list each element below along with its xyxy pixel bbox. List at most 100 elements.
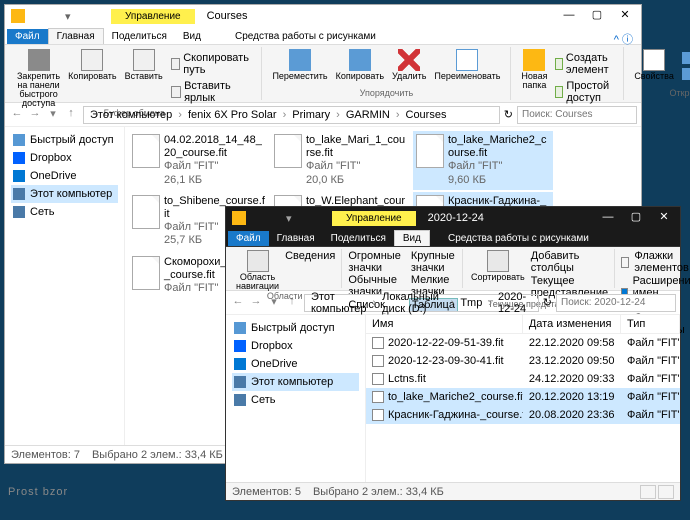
breadcrumb-segment[interactable]: fenix 6X Pro Solar [186,109,279,121]
maximize-button[interactable]: ▢ [583,6,611,26]
file-icon [372,373,384,385]
recent-button[interactable]: ▾ [45,107,61,123]
breadcrumb-segment[interactable]: Courses [404,109,449,121]
up-button[interactable]: ↑ [63,107,79,123]
view-details-button[interactable] [640,485,656,499]
close-button[interactable]: ✕ [650,208,678,228]
breadcrumb-segment[interactable]: Этот компьютер [309,291,368,315]
forward-button[interactable]: → [27,107,43,123]
ribbon: Закрепить на панели быстрого доступа Коп… [5,45,641,103]
manage-tab[interactable]: Управление [332,211,416,226]
breadcrumb[interactable]: Этот компьютер›Локальный диск (D:)›Tmp›2… [304,294,539,312]
tab-view[interactable]: Вид [175,29,209,44]
huge-icons[interactable]: Огромные значки [346,250,402,274]
nav-dropbox[interactable]: Dropbox [232,337,359,355]
manage-tab[interactable]: Управление [111,9,195,24]
newfolder-button[interactable]: Новая папка [517,49,551,107]
file-icon [132,256,160,290]
breadcrumb-segment[interactable]: GARMIN [344,109,392,121]
move-button[interactable]: Переместить [268,49,331,81]
breadcrumb-segment[interactable]: Tmp [458,297,484,309]
file-tile[interactable]: to_lake_Mariche2_course.fitФайл "FIT"9,6… [413,131,553,190]
breadcrumb[interactable]: Этот компьютер›fenix 6X Pro Solar›Primar… [83,106,500,124]
breadcrumb-segment[interactable]: Primary [290,109,332,121]
file-row[interactable]: to_lake_Mariche2_course.fit20.12.2020 13… [366,388,680,406]
refresh-button[interactable]: ↻ [504,108,513,121]
nav-onedrive[interactable]: OneDrive [232,355,359,373]
pasteshortcut-button[interactable]: Вставить ярлык [171,79,252,105]
copypath-button[interactable]: Скопировать путь [171,51,252,77]
addcolumns-button[interactable]: Добавить столбцы [529,250,610,274]
maximize-button[interactable]: ▢ [622,208,650,228]
minimize-button[interactable]: — [555,6,583,26]
tab-view[interactable]: Вид [394,230,430,246]
file-icon [132,195,160,229]
tab-home[interactable]: Главная [269,231,323,246]
tab-file[interactable]: Файл [7,29,48,44]
properties-button[interactable]: Свойства [630,49,678,83]
recent-button[interactable]: ▾ [266,295,282,311]
titlebar[interactable]: ▾ Управление Courses — ▢ ✕ [5,5,641,27]
nav-pc[interactable]: Этот компьютер [11,185,118,203]
file-icon [132,134,160,168]
navpane-button[interactable]: Область навигации [232,250,283,291]
large-icons[interactable]: Крупные значки [409,250,458,274]
back-button[interactable]: ← [9,107,25,123]
tab-share[interactable]: Поделиться [323,231,394,246]
tab-tools[interactable]: Средства работы с рисунками [227,29,384,44]
file-row[interactable]: Lctns.fit24.12.2020 09:33Файл "FIT" [366,370,680,388]
breadcrumb-segment[interactable]: 2020-12-24 [496,291,534,315]
help-icon[interactable]: ^ ⓘ [614,31,633,47]
tab-home[interactable]: Главная [48,28,104,44]
nav-pane: Быстрый доступ Dropbox OneDrive Этот ком… [226,315,366,482]
nav-quick[interactable]: Быстрый доступ [232,319,359,337]
file-tile[interactable]: to_lake_Mari_1_course.fitФайл "FIT"20,0 … [271,131,411,190]
copyto-button[interactable]: Копировать [332,49,388,81]
nav-pane: Быстрый доступ Dropbox OneDrive Этот ком… [5,127,125,445]
titlebar[interactable]: ▾ Управление 2020-12-24 — ▢ ✕ [226,207,680,229]
nav-network[interactable]: Сеть [232,391,359,409]
rename-button[interactable]: Переименовать [430,49,504,81]
chk-items[interactable]: Флажки элементов [619,250,690,274]
window-title: Courses [207,10,248,22]
refresh-button[interactable]: ↻ [543,296,552,309]
nav-network[interactable]: Сеть [11,203,118,221]
history-button[interactable]: Журнал [682,67,690,81]
nav-pc[interactable]: Этот компьютер [232,373,359,391]
pin-button[interactable]: Закрепить на панели быстрого доступа [13,49,64,108]
paste-button[interactable]: Вставить [121,49,167,108]
tab-share[interactable]: Поделиться [104,29,175,44]
forward-button[interactable]: → [248,295,264,311]
newitem-button[interactable]: Создать элемент [555,51,613,77]
file-icon [372,391,384,403]
minimize-button[interactable]: — [594,208,622,228]
column-headers[interactable]: Имя Дата изменения Тип [366,315,680,334]
file-row[interactable]: 2020-12-23-09-30-41.fit23.12.2020 09:50Ф… [366,352,680,370]
tab-file[interactable]: Файл [228,231,269,246]
up-button[interactable]: ↑ [284,295,300,311]
nav-onedrive[interactable]: OneDrive [11,167,118,185]
close-button[interactable]: ✕ [611,6,639,26]
address-bar: ← → ▾ ↑ Этот компьютер›Локальный диск (D… [226,291,680,315]
quick-access-toolbar[interactable]: ▾ [250,212,302,224]
details-button[interactable]: Сведения [283,250,337,262]
folder-icon [232,211,246,225]
delete-button[interactable]: Удалить [388,49,430,81]
nav-dropbox[interactable]: Dropbox [11,149,118,167]
tab-tools[interactable]: Средства работы с рисунками [440,231,597,246]
search-input[interactable] [517,106,637,124]
quick-access-toolbar[interactable]: ▾ [29,10,81,22]
file-row[interactable]: Красник-Гаджина-_course.fit20.08.2020 23… [366,406,680,424]
view-icons-button[interactable] [658,485,674,499]
open-button[interactable]: Открыть [682,51,690,65]
copy-button[interactable]: Копировать [64,49,120,108]
nav-quick[interactable]: Быстрый доступ [11,131,118,149]
back-button[interactable]: ← [230,295,246,311]
file-row[interactable]: 2020-12-22-09-51-39.fit22.12.2020 09:58Ф… [366,334,680,352]
file-list[interactable]: Имя Дата изменения Тип 2020-12-22-09-51-… [366,315,680,482]
breadcrumb-segment[interactable]: Этот компьютер [88,109,174,121]
file-tile[interactable]: 04.02.2018_14_48_20_course.fitФайл "FIT"… [129,131,269,190]
easyaccess-button[interactable]: Простой доступ [555,79,613,105]
breadcrumb-segment[interactable]: Локальный диск (D:) [380,291,447,315]
search-input[interactable] [556,294,676,312]
